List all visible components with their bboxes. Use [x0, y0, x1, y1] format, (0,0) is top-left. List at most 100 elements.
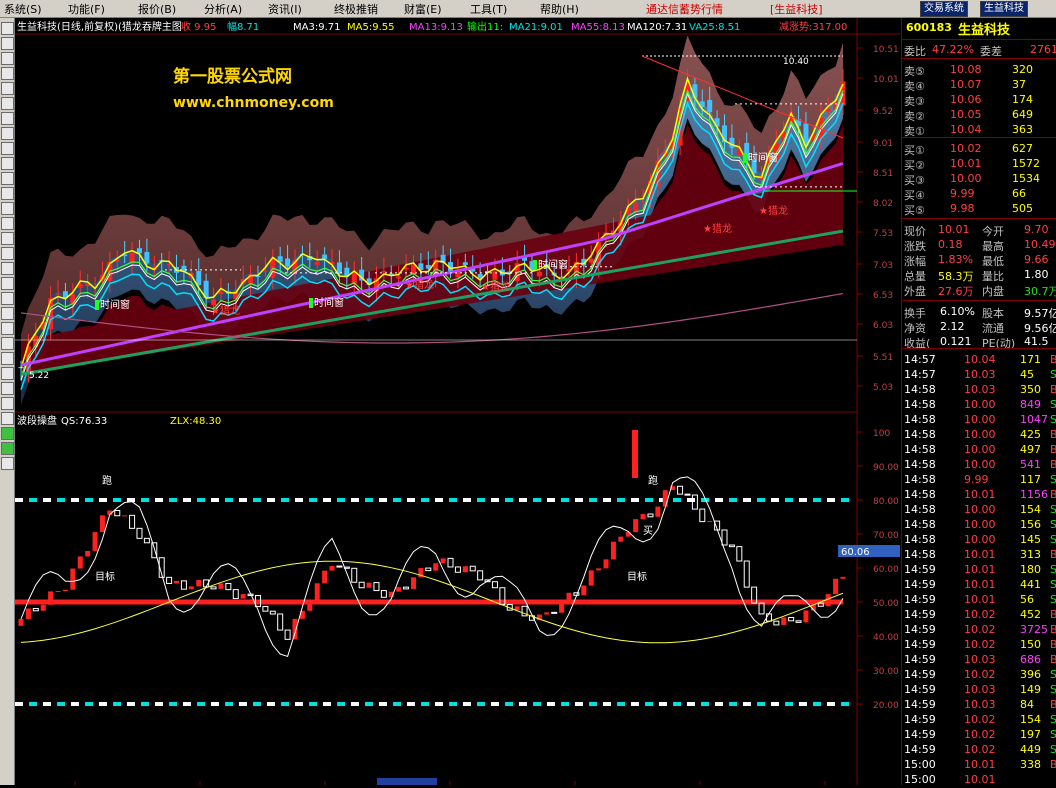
candle-body: [729, 137, 735, 148]
menu-analysis[interactable]: 分析(A): [204, 1, 242, 17]
menu-function[interactable]: 功能(F): [68, 1, 105, 17]
tick-price: 10.01: [964, 593, 996, 606]
toolbar-button[interactable]: [1, 247, 14, 260]
osc-level-dash: [281, 702, 289, 706]
stock-tab[interactable]: [生益科技]: [770, 1, 823, 17]
ask-price: 10.05: [950, 108, 982, 121]
toolbar-button[interactable]: [1, 127, 14, 140]
osc-level-dash: [743, 702, 751, 706]
chart-area[interactable]: 10.51 10.01 9.52 9.01 8.51 8.02 7.53 7.03 6.53 6.…: [15, 18, 900, 785]
osc-level-dash: [239, 702, 247, 706]
osc-qs: QS:76.33: [61, 416, 107, 427]
toolbar-button[interactable]: [1, 157, 14, 170]
tick-row: 14:58 10.03 350 B: [902, 382, 1056, 397]
toolbar-button[interactable]: [1, 352, 14, 365]
osc-bar-up: [40, 604, 46, 611]
tick-volume: 171: [1020, 353, 1041, 366]
osc-level-dash: [771, 498, 779, 502]
osc-level-dash: [99, 702, 107, 706]
menu-quote[interactable]: 报价(B): [138, 1, 176, 17]
toolbar-button[interactable]: [1, 307, 14, 320]
toolbar-button[interactable]: [1, 277, 14, 290]
menu-wealth[interactable]: 财富(E): [404, 1, 442, 17]
toolbar-button[interactable]: [1, 67, 14, 80]
osc-level-dash: [351, 498, 359, 502]
trade-system-button[interactable]: 交易系统: [920, 1, 968, 17]
osc-bar-up: [55, 591, 61, 593]
tick-row: 14:59 10.03 149 S: [902, 682, 1056, 697]
osc-spike: [632, 430, 638, 478]
osc-level-dash: [435, 498, 443, 502]
toolbar-button[interactable]: [1, 412, 14, 425]
stat-value: 27.6万: [938, 285, 974, 298]
toolbar-button[interactable]: [1, 337, 14, 350]
osc-bar-up: [559, 599, 565, 613]
kline-chart[interactable]: 10.51 10.01 9.52 9.01 8.51 8.02 7.53 7.03 6.53 6.…: [15, 18, 900, 785]
osc-bar-up: [174, 580, 180, 584]
osc-level-dash: [757, 498, 765, 502]
toolbar-button[interactable]: [1, 292, 14, 305]
osc-level-dash: [281, 498, 289, 502]
fund-value: 41.5: [1024, 335, 1049, 348]
osc-level-dash: [659, 702, 667, 706]
toolbar-button[interactable]: [1, 262, 14, 275]
toolbar-button[interactable]: [1, 382, 14, 395]
stock-name-button[interactable]: 生益科技: [980, 1, 1028, 17]
ask-row: 卖② 10.05 649: [902, 107, 1056, 123]
toolbar-button[interactable]: [1, 187, 14, 200]
toolbar-button[interactable]: [1, 367, 14, 380]
toolbar-button[interactable]: [1, 142, 14, 155]
menu-help[interactable]: 帮助(H): [540, 1, 579, 17]
ask-price: 10.08: [950, 63, 982, 76]
tick-row: 14:58 10.00 145 S: [902, 532, 1056, 547]
toolbar-button[interactable]: [1, 37, 14, 50]
tick-price: 10.03: [964, 698, 996, 711]
tick-row: 14:58 10.00 849 S: [902, 397, 1056, 412]
tick-price: 10.00: [964, 413, 996, 426]
osc-level-dash: [43, 498, 51, 502]
toolbar-button[interactable]: [1, 442, 14, 455]
candle-body: [462, 262, 468, 265]
time-window-marker: [309, 298, 313, 308]
tick-row: 14:58 10.01 1156B: [902, 487, 1056, 502]
toolbar-button[interactable]: [1, 22, 14, 35]
toolbar-button[interactable]: [1, 217, 14, 230]
tick-row: 14:58 10.00 154 S: [902, 502, 1056, 517]
toolbar-button[interactable]: [1, 52, 14, 65]
toolbar-button[interactable]: [1, 97, 14, 110]
osc-level-dash: [561, 702, 569, 706]
menu-tools[interactable]: 工具(T): [470, 1, 507, 17]
toolbar-button[interactable]: [1, 457, 14, 470]
toolbar-button[interactable]: [1, 112, 14, 125]
osc-bar-down: [551, 611, 558, 614]
osc-level-dash: [463, 702, 471, 706]
tick-price: 10.02: [964, 668, 996, 681]
toolbar-button[interactable]: [1, 172, 14, 185]
menu-info[interactable]: 资讯(I): [268, 1, 302, 17]
osc-bar-up: [396, 587, 402, 592]
toolbar-button[interactable]: [1, 322, 14, 335]
tick-direction: S: [1050, 503, 1056, 516]
toolbar-button[interactable]: [1, 427, 14, 440]
toolbar-button[interactable]: [1, 397, 14, 410]
menu-promo[interactable]: 终极推销: [334, 1, 378, 17]
tick-volume: 145: [1020, 533, 1041, 546]
time-window-marker: [95, 300, 99, 310]
toolbar-button[interactable]: [1, 232, 14, 245]
tick-volume: 156: [1020, 518, 1041, 531]
tick-volume: 1156: [1020, 488, 1048, 501]
fund-value: 2.12: [940, 320, 965, 333]
tick-volume: 497: [1020, 443, 1041, 456]
menu-system[interactable]: 系统(S): [4, 1, 42, 17]
toolbar-button[interactable]: [1, 82, 14, 95]
osc-bar-down: [684, 493, 691, 496]
top-price-label: 10.40: [783, 57, 809, 67]
bid-row: 买② 10.01 1572: [902, 156, 1056, 172]
market-alert[interactable]: 通达信蓄势行情: [646, 1, 723, 17]
tick-direction: B: [1050, 458, 1056, 471]
low-price-label: 5.22: [29, 371, 49, 381]
toolbar-button[interactable]: [1, 202, 14, 215]
osc-level-dash: [155, 702, 163, 706]
osc-level-dash: [15, 498, 23, 502]
tick-volume: 154: [1020, 503, 1041, 516]
